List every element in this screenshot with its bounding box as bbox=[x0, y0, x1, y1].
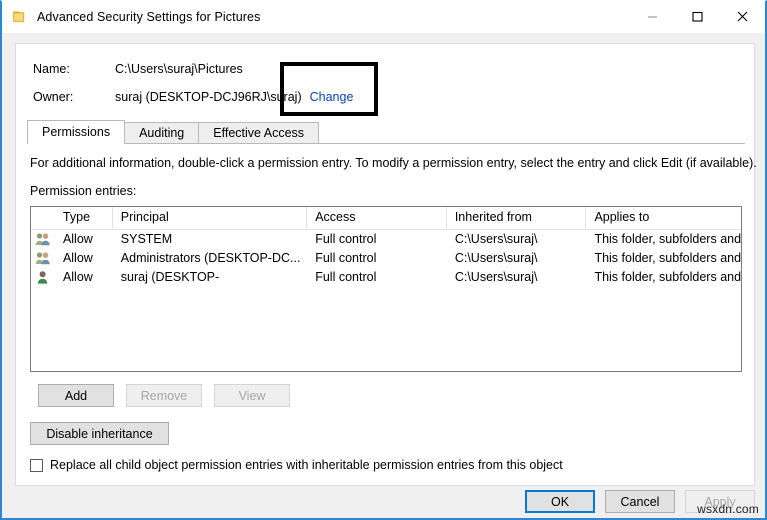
disable-inheritance-button[interactable]: Disable inheritance bbox=[30, 422, 169, 445]
replace-permissions-label: Replace all child object permission entr… bbox=[50, 458, 563, 472]
folder-icon bbox=[12, 9, 28, 25]
owner-row: Owner: suraj (DESKTOP-DCJ96RJ\suraj) Cha… bbox=[33, 88, 353, 105]
list-header-row: Type Principal Access Inherited from App… bbox=[31, 207, 741, 230]
name-row: Name: C:\Users\suraj\Pictures bbox=[33, 60, 243, 77]
add-button[interactable]: Add bbox=[38, 384, 114, 407]
tab-auditing[interactable]: Auditing bbox=[124, 122, 199, 144]
cell-applies-to: This folder, subfolders and files bbox=[586, 230, 741, 249]
content-panel: Name: C:\Users\suraj\Pictures Owner: sur… bbox=[15, 43, 755, 486]
tab-underline bbox=[27, 143, 745, 144]
tab-effective-access[interactable]: Effective Access bbox=[198, 122, 319, 144]
row-icon-cell bbox=[31, 232, 55, 247]
change-owner-link[interactable]: Change bbox=[310, 90, 354, 104]
object-header: Name: C:\Users\suraj\Pictures Owner: sur… bbox=[16, 44, 754, 114]
name-label: Name: bbox=[33, 62, 115, 76]
minimize-button[interactable] bbox=[630, 1, 675, 32]
remove-button[interactable]: Remove bbox=[126, 384, 202, 407]
cell-inherited-from: C:\Users\suraj\ bbox=[447, 268, 587, 287]
advanced-security-settings-window: Advanced Security Settings for Pictures … bbox=[0, 0, 767, 520]
permission-entries-label: Permission entries: bbox=[30, 184, 136, 198]
row-icon-cell bbox=[31, 251, 55, 266]
view-button[interactable]: View bbox=[214, 384, 290, 407]
tab-permissions[interactable]: Permissions bbox=[27, 120, 125, 144]
title-bar: Advanced Security Settings for Pictures bbox=[2, 1, 765, 33]
column-header-access[interactable]: Access bbox=[307, 207, 447, 229]
cell-access: Full control bbox=[307, 268, 447, 287]
cell-principal: SYSTEM bbox=[113, 230, 307, 249]
cell-access: Full control bbox=[307, 230, 447, 249]
column-header-inherited-from[interactable]: Inherited from bbox=[447, 207, 587, 229]
replace-permissions-checkbox[interactable] bbox=[30, 459, 43, 472]
cell-inherited-from: C:\Users\suraj\ bbox=[447, 249, 587, 268]
user-icon bbox=[35, 270, 51, 285]
group-icon bbox=[35, 232, 51, 247]
cell-type: Allow bbox=[55, 249, 113, 268]
column-header-applies-to[interactable]: Applies to bbox=[586, 207, 741, 229]
cell-principal: Administrators (DESKTOP-DC... bbox=[113, 249, 307, 268]
column-header-type[interactable]: Type bbox=[55, 207, 113, 229]
instruction-text: For additional information, double-click… bbox=[30, 156, 757, 170]
cell-type: Allow bbox=[55, 268, 113, 287]
tab-strip: Permissions Auditing Effective Access bbox=[27, 120, 318, 144]
cell-applies-to: This folder, subfolders and files bbox=[586, 249, 741, 268]
cell-access: Full control bbox=[307, 249, 447, 268]
name-value: C:\Users\suraj\Pictures bbox=[115, 62, 243, 76]
column-header-icon[interactable] bbox=[31, 207, 55, 229]
cell-type: Allow bbox=[55, 230, 113, 249]
cell-principal: suraj (DESKTOP- bbox=[113, 268, 307, 287]
row-icon-cell bbox=[31, 270, 55, 285]
permission-entries-list[interactable]: Type Principal Access Inherited from App… bbox=[30, 206, 742, 372]
owner-value: suraj (DESKTOP-DCJ96RJ\suraj) bbox=[115, 90, 302, 104]
cell-inherited-from: C:\Users\suraj\ bbox=[447, 230, 587, 249]
owner-label: Owner: bbox=[33, 90, 115, 104]
cancel-button[interactable]: Cancel bbox=[605, 490, 675, 513]
group-icon bbox=[35, 251, 51, 266]
window-title: Advanced Security Settings for Pictures bbox=[37, 10, 260, 24]
window-controls bbox=[630, 1, 765, 33]
table-row[interactable]: Allow Administrators (DESKTOP-DC... Full… bbox=[31, 249, 741, 268]
column-header-principal[interactable]: Principal bbox=[113, 207, 307, 229]
table-row[interactable]: Allow SYSTEM Full control C:\Users\suraj… bbox=[31, 230, 741, 249]
cell-applies-to: This folder, subfolders and files bbox=[586, 268, 741, 287]
maximize-button[interactable] bbox=[675, 1, 720, 32]
replace-permissions-row: Replace all child object permission entr… bbox=[30, 458, 563, 472]
close-button[interactable] bbox=[720, 1, 765, 32]
watermark: wsxdn.com bbox=[697, 502, 759, 516]
table-row[interactable]: Allow suraj (DESKTOP- Full control C:\Us… bbox=[31, 268, 741, 287]
ok-button[interactable]: OK bbox=[525, 490, 595, 513]
